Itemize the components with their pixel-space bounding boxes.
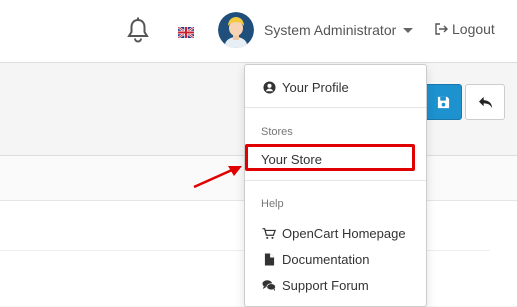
user-dropdown-menu: Your Profile Stores Your Store Help Open… — [244, 64, 427, 307]
menu-divider — [245, 180, 426, 181]
cart-icon — [262, 226, 276, 240]
user-name: System Administrator — [264, 22, 397, 38]
save-icon — [437, 96, 449, 108]
top-header: System Administrator Logout — [0, 0, 517, 63]
user-menu-toggle[interactable]: System Administrator — [218, 12, 414, 48]
comments-icon — [262, 278, 276, 292]
stores-header: Stores — [261, 126, 293, 138]
reply-icon — [478, 96, 492, 108]
save-button[interactable] — [424, 84, 462, 120]
your-profile-label: Your Profile — [282, 79, 349, 95]
support-forum-label: Support Forum — [282, 277, 369, 293]
help-header: Help — [261, 198, 284, 210]
your-profile-link[interactable]: Your Profile — [245, 74, 426, 100]
sign-out-icon — [435, 23, 448, 35]
caret-down-icon — [403, 27, 414, 33]
opencart-homepage-label: OpenCart Homepage — [282, 225, 406, 241]
file-icon — [262, 252, 276, 266]
bell-icon[interactable] — [126, 17, 150, 43]
your-store-label: Your Store — [261, 151, 322, 167]
documentation-link[interactable]: Documentation — [245, 246, 426, 272]
uk-flag-icon[interactable] — [177, 25, 195, 39]
red-arrow-icon — [193, 166, 242, 189]
back-button[interactable] — [465, 84, 505, 120]
opencart-homepage-link[interactable]: OpenCart Homepage — [245, 220, 426, 246]
your-store-link[interactable]: Your Store — [245, 146, 426, 172]
avatar — [218, 12, 254, 48]
documentation-label: Documentation — [282, 251, 370, 267]
logout-label: Logout — [452, 21, 495, 37]
logout-link[interactable]: Logout — [434, 21, 495, 37]
user-circle-icon — [262, 80, 276, 94]
support-forum-link[interactable]: Support Forum — [245, 272, 426, 298]
menu-divider — [245, 107, 426, 108]
